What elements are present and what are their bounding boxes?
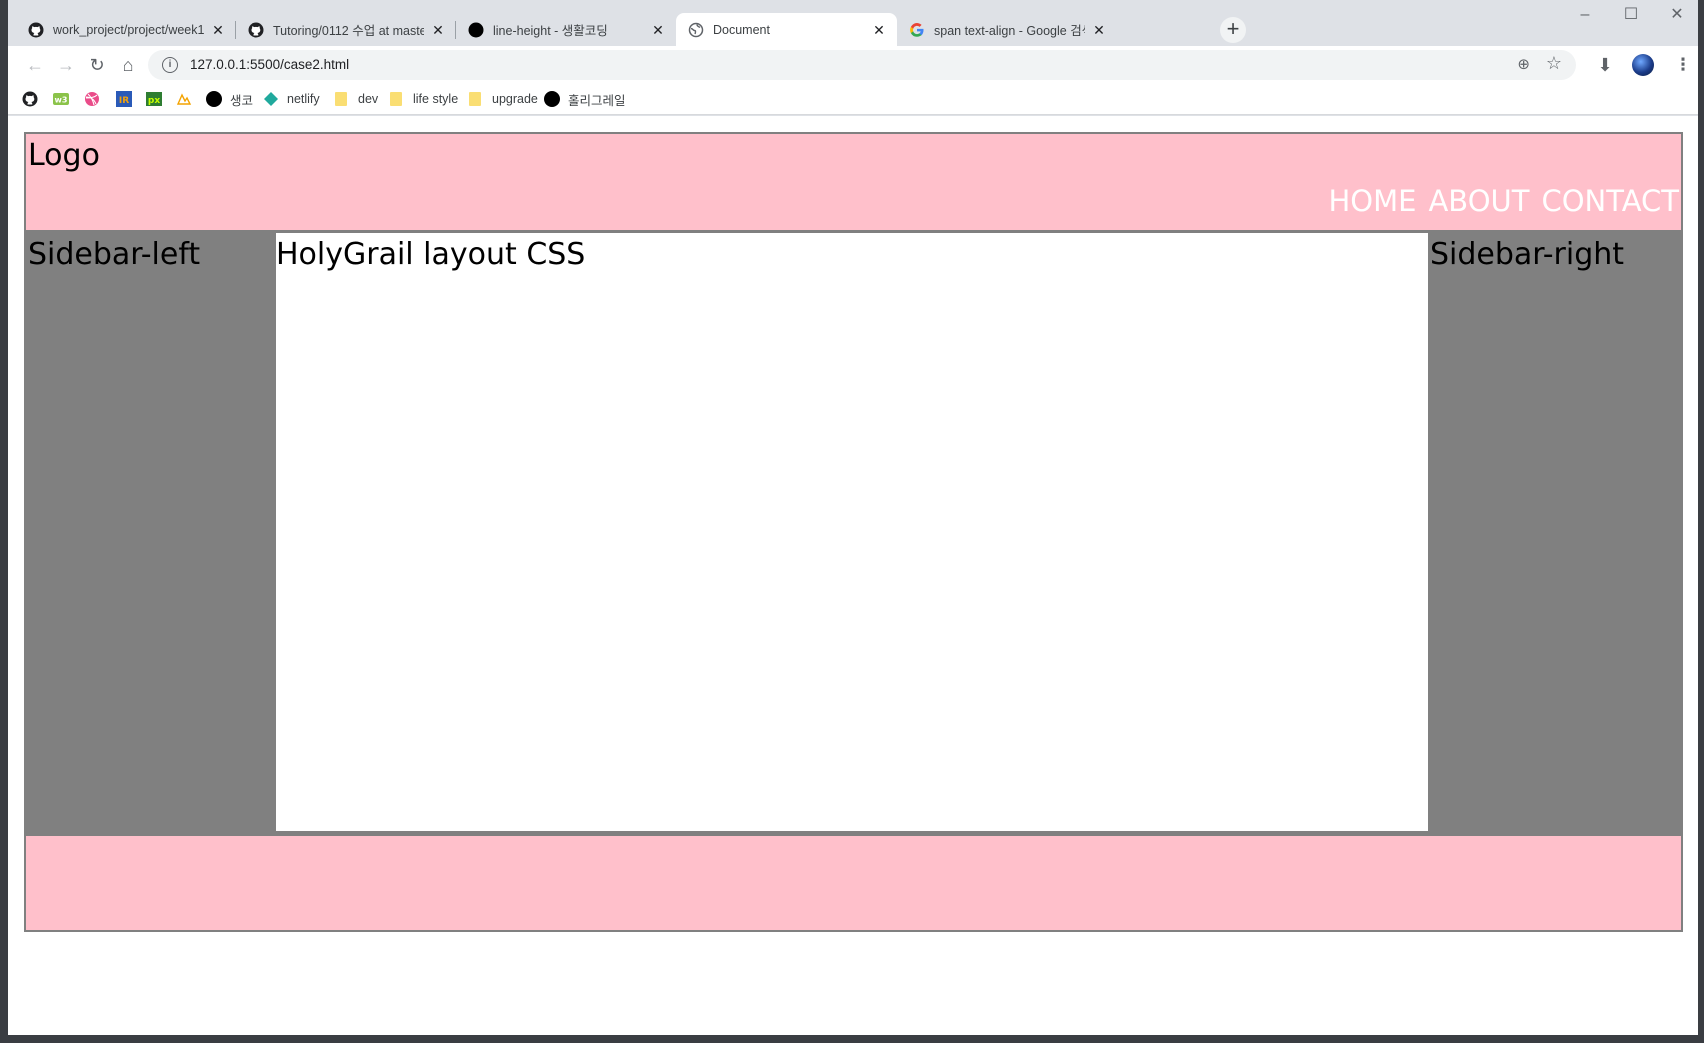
url-text[interactable]: 127.0.0.1:5500/case2.html [190,57,349,72]
black-dot-icon [468,22,484,38]
bookmark-netlify[interactable]: netlify [263,90,320,108]
px-icon: px [146,91,162,107]
logo[interactable]: Logo [28,138,100,173]
github-icon [22,91,38,107]
svg-text:w3: w3 [55,96,68,105]
bookmark-fr[interactable]: IR [116,90,140,108]
bookmark-label: netlify [287,92,320,106]
svg-text:px: px [148,96,160,106]
bookmark-label: 홀리그레일 [568,93,626,108]
browser-window: work_project/project/week1 at m ✕ Tutori… [8,0,1698,1035]
avatar[interactable] [1632,54,1654,76]
tab-document[interactable]: Document ✕ [676,13,897,46]
sidebar-left-text: Sidebar-left [28,237,201,272]
sidebar-right-text: Sidebar-right [1430,237,1625,272]
dribbble-icon [84,91,100,107]
window-close-icon[interactable]: ✕ [1654,4,1700,26]
tab-title: work_project/project/week1 at m [53,22,204,37]
page-header: Logo HOME ABOUT CONTACT [26,134,1681,230]
bookmarks-bar: w3 IR px 생코 netlify dev life style upgra… [8,83,1698,115]
folder-icon [335,92,347,106]
globe-icon [688,22,704,38]
github-icon [28,22,44,38]
google-icon [909,22,925,38]
bookmark-folder-life-style[interactable]: life style [390,90,458,108]
tab-strip: work_project/project/week1 at m ✕ Tutori… [8,0,1698,46]
bookmark-folder-dev[interactable]: dev [335,90,378,108]
tab-tutoring[interactable]: Tutoring/0112 수업 at master · ✕ [236,13,456,46]
address-bar[interactable]: i 127.0.0.1:5500/case2.html ⊕ ☆ [148,50,1576,80]
black-dot-icon [206,91,222,107]
page-viewport: Logo HOME ABOUT CONTACT Sidebar-left Hol… [8,116,1698,1035]
bookmark-github[interactable] [22,90,46,108]
close-icon[interactable]: ✕ [430,22,446,38]
close-icon[interactable]: ✕ [871,22,887,38]
tab-google-search[interactable]: span text-align - Google 검색 ✕ [897,13,1117,46]
sidebar-right: Sidebar-right [1428,233,1681,835]
w3-icon: w3 [53,91,69,107]
bookmark-saengko[interactable]: 생코 [206,90,253,108]
maximize-icon[interactable]: ☐ [1608,4,1654,26]
bookmark-label: life style [413,92,459,106]
tab-title: Document [713,22,770,37]
page-footer [26,836,1681,930]
bookmark-label: upgrade [492,92,538,106]
netlify-icon [263,91,279,107]
browser-toolbar: ← → ↻ ⌂ i 127.0.0.1:5500/case2.html ⊕ ☆ … [8,46,1698,83]
folder-icon [469,92,481,106]
sidebar-left: Sidebar-left [26,233,276,835]
bookmark-star-icon[interactable]: ☆ [1546,53,1562,74]
bookmark-dribbble[interactable] [84,90,108,108]
forward-icon[interactable]: → [53,52,79,78]
triangle-icon [176,91,192,107]
bookmark-label: 생코 [230,93,254,108]
close-icon[interactable]: ✕ [210,22,226,38]
close-icon[interactable]: ✕ [650,22,666,38]
github-icon [248,22,264,38]
close-icon[interactable]: ✕ [1091,22,1107,38]
nav-contact-link[interactable]: CONTACT [1541,184,1679,218]
svg-text:IR: IR [119,96,129,106]
back-icon[interactable]: ← [22,52,48,78]
nav-home-link[interactable]: HOME [1328,184,1416,218]
black-dot-icon [544,91,560,107]
tab-work-project[interactable]: work_project/project/week1 at m ✕ [16,13,236,46]
zoom-icon[interactable]: ⊕ [1517,55,1530,73]
bookmark-triangle[interactable] [176,90,200,108]
site-info-icon[interactable]: i [162,57,178,73]
bookmark-label: dev [358,92,379,106]
menu-kebab-icon[interactable]: ⋮ [1670,52,1696,78]
folder-icon [390,92,402,106]
bookmark-w3[interactable]: w3 [53,90,77,108]
main-content: HolyGrail layout CSS [276,233,1430,831]
bookmark-px[interactable]: px [146,90,170,108]
reload-icon[interactable]: ↻ [84,52,110,78]
download-icon[interactable]: ⬇ [1592,52,1618,78]
main-nav: HOME ABOUT CONTACT [1328,184,1679,218]
main-heading: HolyGrail layout CSS [276,237,586,272]
nav-about-link[interactable]: ABOUT [1428,184,1529,218]
tab-title: Tutoring/0112 수업 at master · [273,24,424,38]
home-icon[interactable]: ⌂ [115,52,141,78]
tab-title: span text-align - Google 검색 [934,24,1085,38]
new-tab-button[interactable]: + [1220,17,1246,43]
fr-icon: IR [116,91,132,107]
bookmark-holygrail[interactable]: 홀리그레일 [544,90,626,108]
tab-line-height[interactable]: line-height - 생활코딩 ✕ [456,13,676,46]
holy-grail-container: Logo HOME ABOUT CONTACT Sidebar-left Hol… [24,132,1683,932]
tab-title: line-height - 생활코딩 [493,24,608,38]
minimize-icon[interactable]: – [1562,4,1608,26]
bookmark-folder-upgrade[interactable]: upgrade [469,90,538,108]
